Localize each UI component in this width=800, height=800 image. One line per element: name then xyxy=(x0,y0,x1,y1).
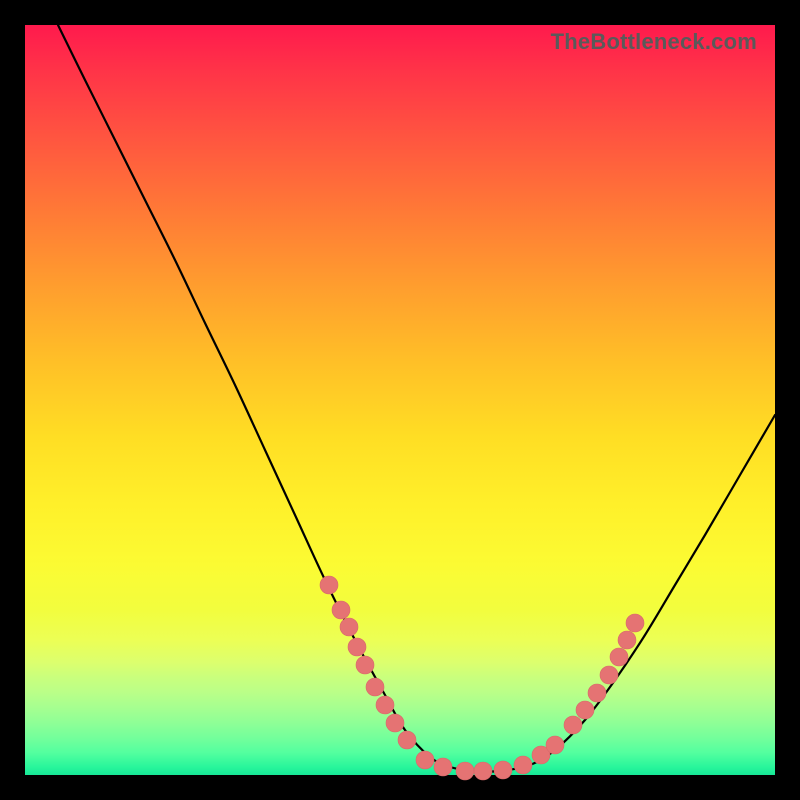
highlight-dot xyxy=(546,736,564,754)
highlight-dot xyxy=(456,762,474,780)
highlight-dot xyxy=(398,731,416,749)
highlight-dot xyxy=(416,751,434,769)
highlight-dot xyxy=(320,576,338,594)
chart-frame: TheBottleneck.com xyxy=(0,0,800,800)
highlight-dot xyxy=(576,701,594,719)
plot-area: TheBottleneck.com xyxy=(25,25,775,775)
highlight-dot xyxy=(564,716,582,734)
highlight-dot xyxy=(340,618,358,636)
highlight-dot xyxy=(386,714,404,732)
highlight-dot xyxy=(610,648,628,666)
highlight-dot xyxy=(434,758,452,776)
curve-layer xyxy=(25,25,775,775)
highlight-dot xyxy=(366,678,384,696)
highlight-dot xyxy=(600,666,618,684)
bottleneck-curve xyxy=(58,25,775,772)
highlight-dot xyxy=(474,762,492,780)
highlight-dot xyxy=(332,601,350,619)
highlight-dot xyxy=(626,614,644,632)
highlight-dot xyxy=(514,756,532,774)
highlight-dot xyxy=(376,696,394,714)
highlight-dot xyxy=(588,684,606,702)
highlight-dot xyxy=(356,656,374,674)
highlight-dots-group xyxy=(320,576,644,780)
highlight-dot xyxy=(618,631,636,649)
highlight-dot xyxy=(494,761,512,779)
highlight-dot xyxy=(348,638,366,656)
